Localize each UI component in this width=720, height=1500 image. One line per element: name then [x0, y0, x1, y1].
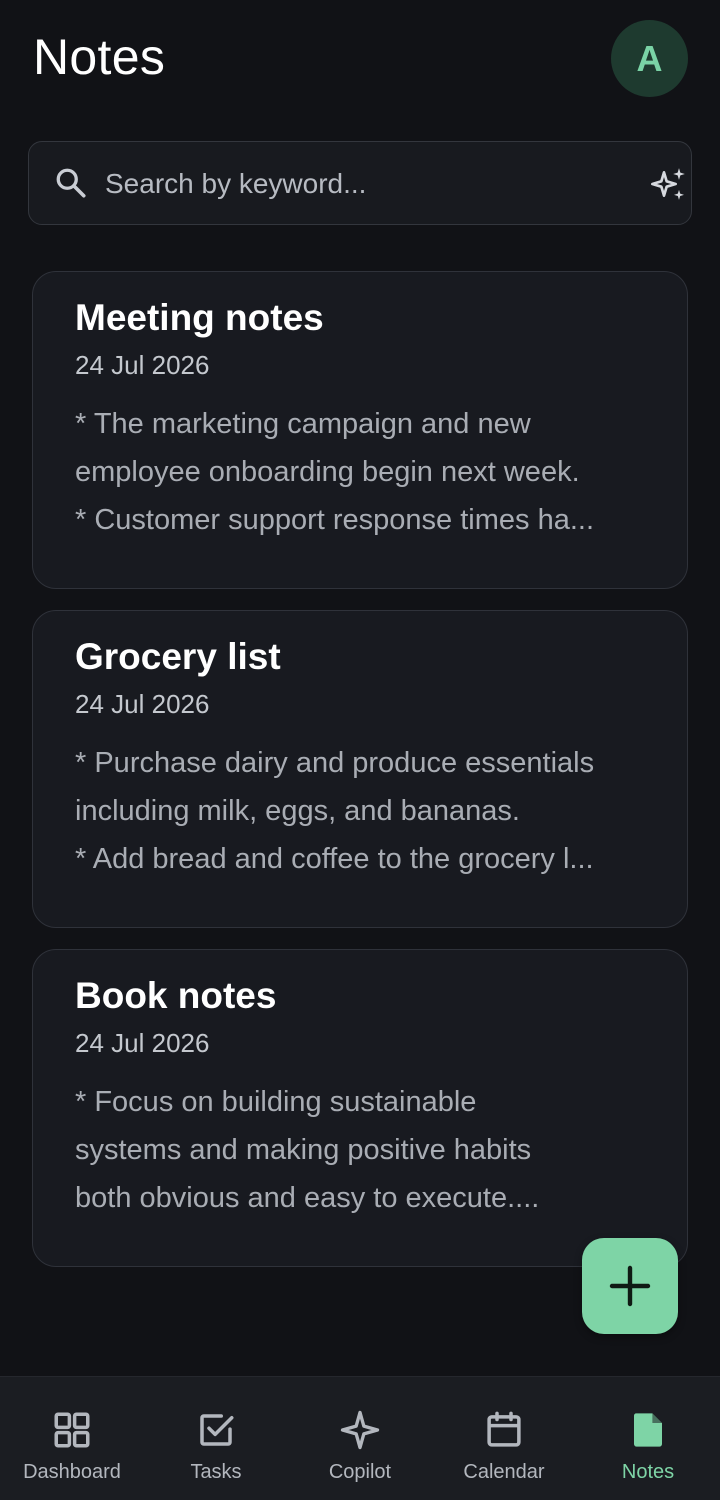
note-preview-line: * Purchase dairy and produce essentials — [75, 747, 595, 779]
nav-label: Calendar — [463, 1461, 545, 1483]
note-preview-line: * The marketing campaign and new — [75, 408, 531, 440]
note-date: 24 Jul 2026 — [75, 689, 210, 719]
nav-item-calendar[interactable]: Calendar — [432, 1377, 576, 1500]
note-card[interactable]: Book notes 24 Jul 2026 * Focus on buildi… — [32, 949, 688, 1267]
nav-label: Tasks — [190, 1461, 242, 1483]
copilot-icon — [340, 1410, 380, 1450]
note-preview: * The marketing campaign and new employe… — [75, 400, 647, 544]
avatar[interactable]: A — [611, 20, 688, 97]
note-preview-line: systems and making positive habits — [75, 1134, 532, 1166]
tasks-icon — [200, 1414, 234, 1446]
search-input[interactable] — [105, 160, 605, 208]
note-title: Book notes — [75, 975, 277, 1016]
note-preview: * Focus on building sustainable systems … — [75, 1078, 647, 1222]
note-title: Grocery list — [75, 636, 281, 677]
search-icon — [56, 168, 86, 198]
note-preview-line: * Focus on building sustainable — [75, 1086, 477, 1118]
search-bar[interactable] — [28, 141, 692, 225]
note-date: 24 Jul 2026 — [75, 350, 210, 380]
note-list: Meeting notes 24 Jul 2026 * The marketin… — [32, 271, 688, 1288]
note-preview-line: employee onboarding begin next week. — [75, 456, 580, 488]
page-title: Notes — [33, 29, 166, 85]
bottom-nav: Dashboard Tasks Copilot Calendar Notes — [0, 1376, 720, 1500]
nav-label: Dashboard — [23, 1461, 121, 1483]
note-preview-line: including milk, eggs, and bananas. — [75, 795, 520, 827]
header: Notes A — [0, 0, 720, 120]
nav-item-copilot[interactable]: Copilot — [288, 1377, 432, 1500]
note-preview-line: both obvious and easy to execute.... — [75, 1182, 540, 1214]
avatar-initial: A — [636, 37, 663, 79]
add-note-button[interactable] — [582, 1238, 678, 1334]
nav-item-tasks[interactable]: Tasks — [144, 1377, 288, 1500]
note-preview-line: * Customer support response times ha... — [75, 504, 595, 536]
nav-label: Copilot — [328, 1461, 392, 1483]
note-preview: * Purchase dairy and produce essentials … — [75, 739, 647, 883]
dashboard-icon — [54, 1412, 90, 1448]
note-preview-line: * Add bread and coffee to the grocery l.… — [75, 843, 594, 875]
note-card[interactable]: Grocery list 24 Jul 2026 * Purchase dair… — [32, 610, 688, 928]
nav-label: Notes — [621, 1461, 675, 1483]
note-card[interactable]: Meeting notes 24 Jul 2026 * The marketin… — [32, 271, 688, 589]
nav-item-dashboard[interactable]: Dashboard — [0, 1377, 144, 1500]
note-title: Meeting notes — [75, 297, 324, 338]
notes-app: Notes A Meeting notes 24 Jul 2026 * The … — [0, 0, 720, 1500]
plus-icon — [609, 1265, 651, 1307]
nav-item-notes[interactable]: Notes — [576, 1377, 720, 1500]
notes-icon — [633, 1413, 662, 1447]
calendar-icon — [487, 1411, 521, 1447]
sparkle-icon[interactable] — [649, 164, 689, 204]
note-date: 24 Jul 2026 — [75, 1028, 210, 1058]
